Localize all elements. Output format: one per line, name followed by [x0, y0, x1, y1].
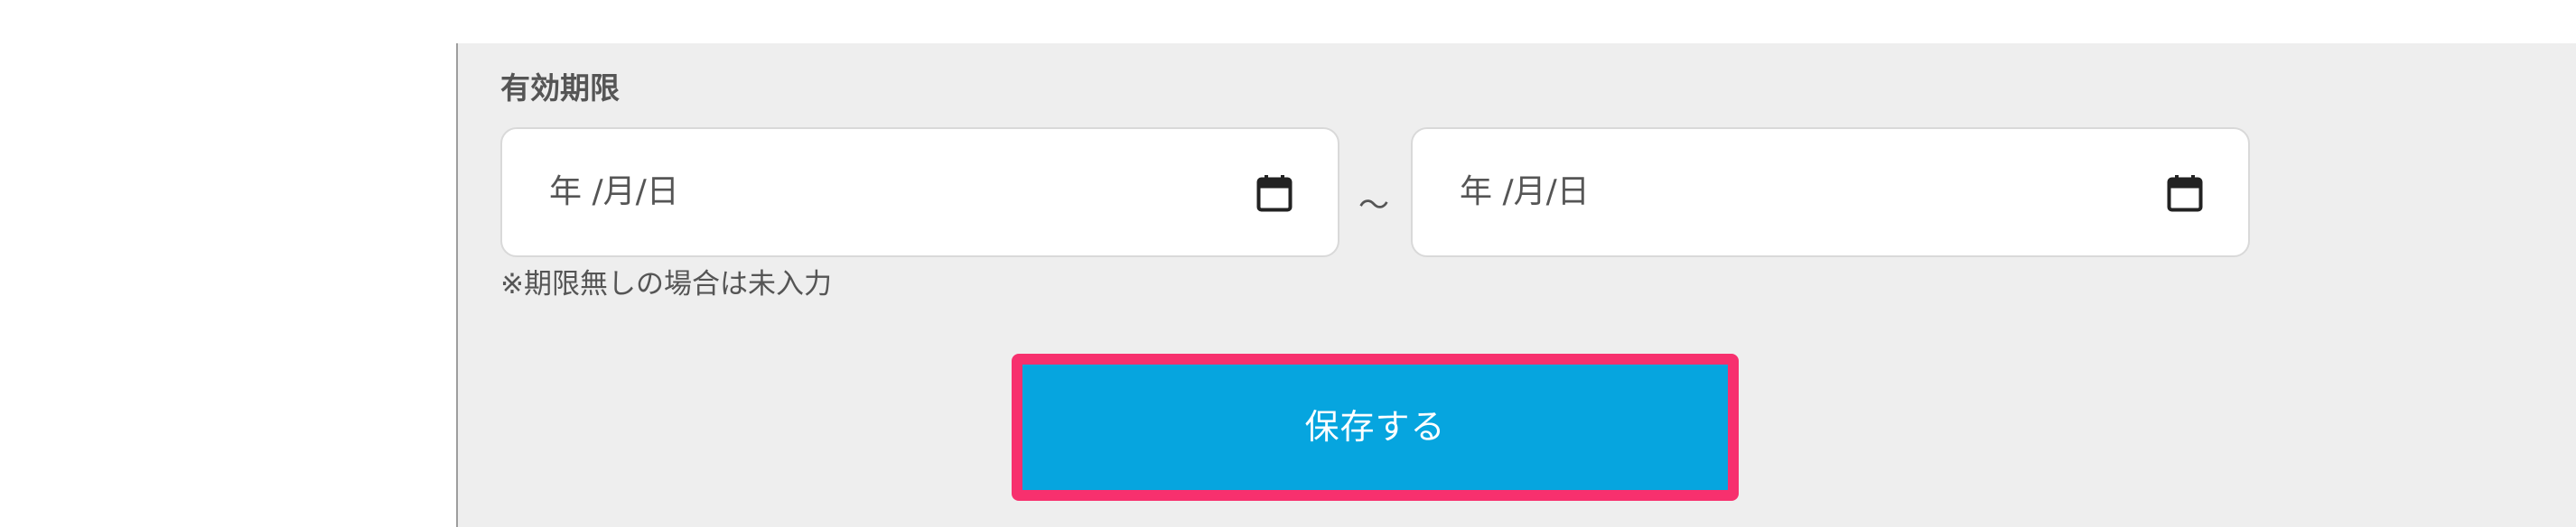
- expiry-label: 有効期限: [500, 70, 620, 106]
- calendar-icon[interactable]: [2167, 174, 2203, 212]
- end-date-placeholder: 年 /月/日: [1460, 173, 1590, 210]
- save-button[interactable]: 保存する: [1022, 365, 1728, 490]
- start-date-input[interactable]: 年 /月/日: [500, 127, 1339, 257]
- calendar-icon[interactable]: [1256, 174, 1293, 212]
- page: 有効期限 年 /月/日 ～ 年 /月/日 ※期限無しの場合は未入力 保存する: [0, 0, 2576, 527]
- expiry-note: ※期限無しの場合は未入力: [500, 268, 832, 300]
- start-date-placeholder: 年 /月/日: [549, 173, 679, 210]
- expiry-settings-panel: 有効期限 年 /月/日 ～ 年 /月/日 ※期限無しの場合は未入力 保存する: [456, 43, 2576, 527]
- save-button-highlight: 保存する: [1012, 354, 1739, 501]
- date-range-separator: ～: [1358, 188, 1389, 224]
- end-date-input[interactable]: 年 /月/日: [1411, 127, 2250, 257]
